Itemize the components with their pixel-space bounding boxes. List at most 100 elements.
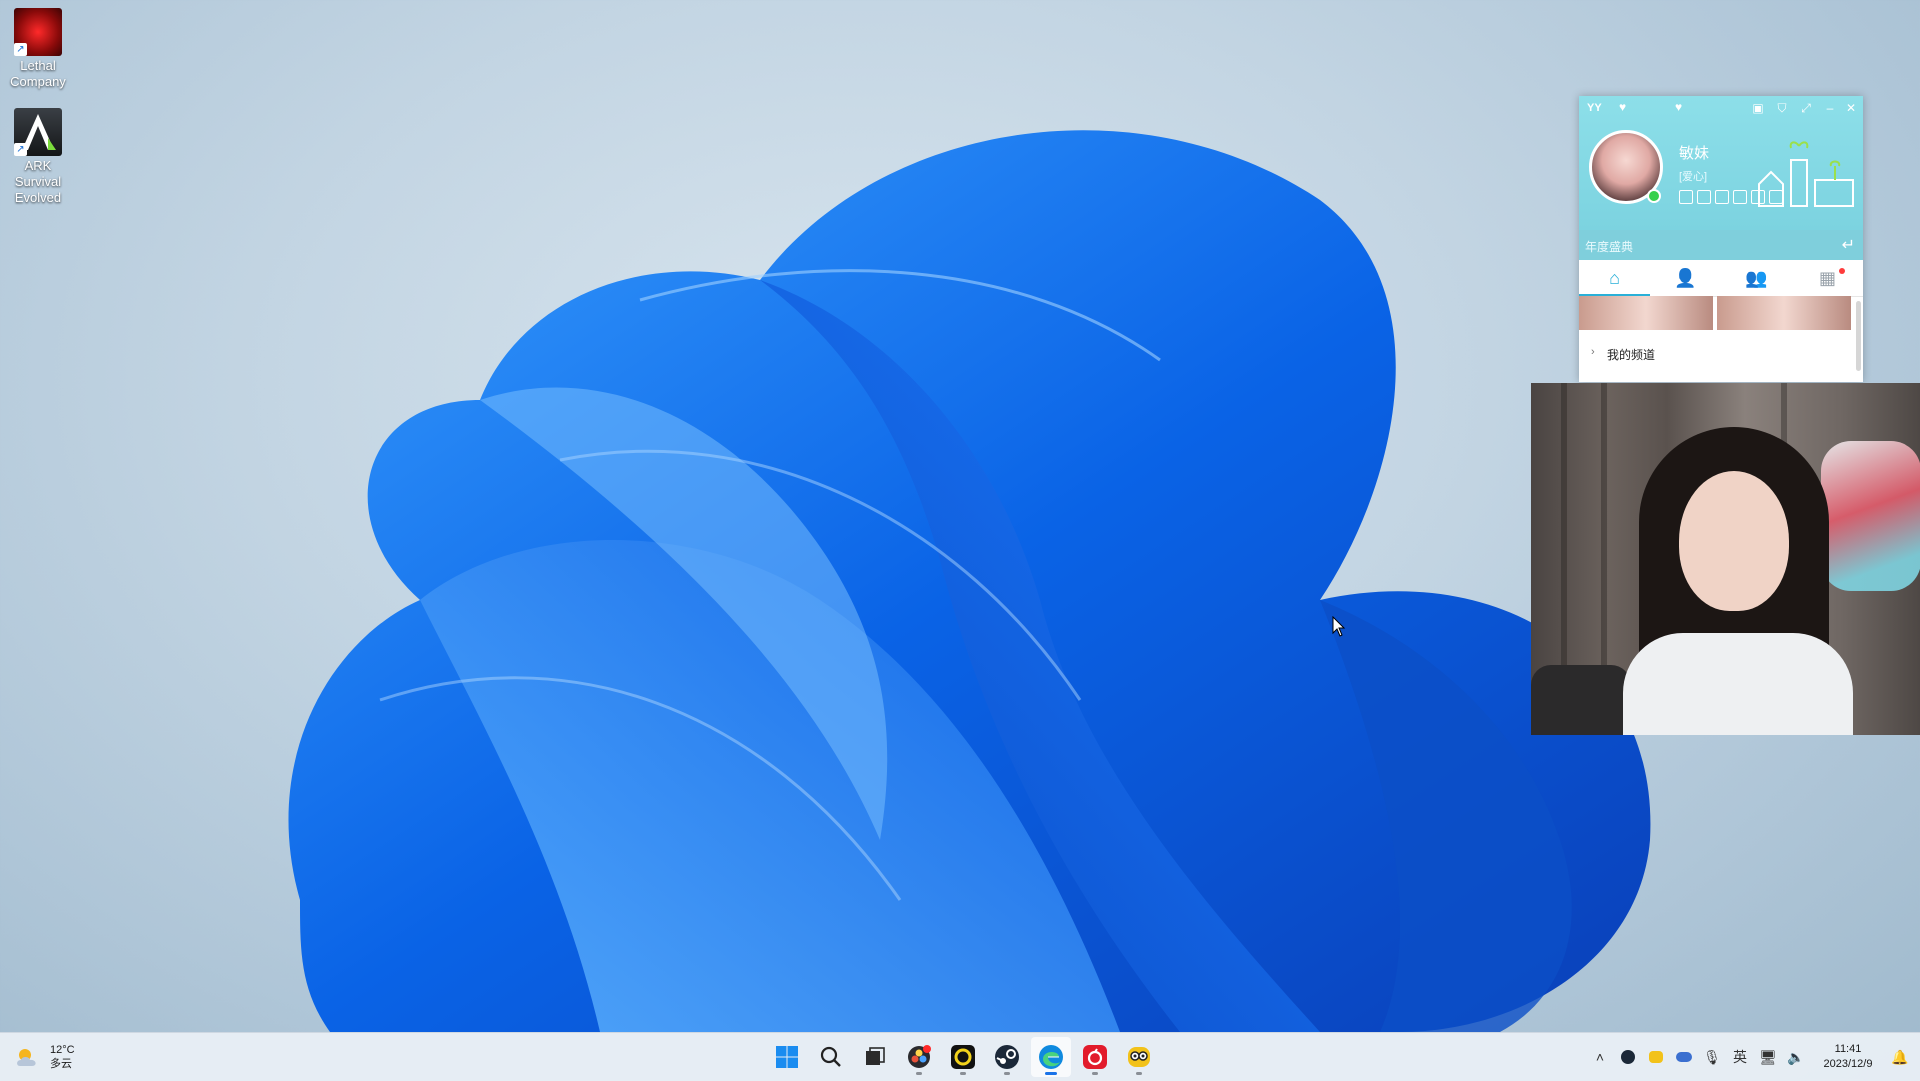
tray-network[interactable]: 🖥	[1754, 1041, 1782, 1073]
running-indicator	[960, 1072, 966, 1075]
tray-cloud[interactable]	[1670, 1041, 1698, 1073]
taskbar-app-davinci[interactable]	[899, 1037, 939, 1077]
owl-mascot-icon	[1128, 1047, 1150, 1067]
start-button[interactable]	[767, 1037, 807, 1077]
davinci-resolve-icon	[908, 1045, 931, 1068]
webcam-overlay	[1531, 383, 1920, 735]
volume-icon: 🔈	[1787, 1048, 1805, 1065]
edge-browser-icon	[1039, 1045, 1063, 1069]
microphone-icon: 🎙	[1703, 1048, 1721, 1065]
tray-volume[interactable]: 🔈	[1782, 1041, 1810, 1073]
running-indicator	[1092, 1072, 1098, 1075]
sofa	[1531, 665, 1631, 735]
taskbar-app-circle[interactable]	[943, 1037, 983, 1077]
running-indicator	[1004, 1072, 1010, 1075]
notification-dot	[1839, 268, 1845, 274]
network-icon: 🖥	[1759, 1048, 1777, 1065]
event-label: 年度盛典	[1585, 240, 1634, 254]
stream-thumbnail[interactable]	[1579, 296, 1713, 330]
yy-tab-bar: ⌂ 👤 👥 ▦	[1579, 260, 1863, 297]
stream-thumbnail[interactable]	[1717, 296, 1851, 330]
channel-label: 我的频道	[1607, 348, 1656, 362]
streamer-face	[1679, 471, 1789, 611]
close-button[interactable]: ✕	[1843, 100, 1859, 116]
town-illustration-icon	[1758, 141, 1854, 207]
task-view-button[interactable]	[855, 1037, 895, 1077]
netease-music-icon	[1083, 1045, 1107, 1069]
person-icon: 👤	[1674, 268, 1697, 288]
input-method-label: 英	[1733, 1049, 1747, 1065]
enter-icon[interactable]: ↵	[1842, 235, 1855, 255]
search-button[interactable]	[811, 1037, 851, 1077]
clock-date: 2023/12/9	[1823, 1058, 1873, 1070]
tray-steam[interactable]	[1614, 1041, 1642, 1073]
grid-badge-icon[interactable]	[1697, 190, 1711, 204]
gaming-chair	[1821, 441, 1920, 591]
tray-mic[interactable]: 🎙	[1698, 1041, 1726, 1073]
yy-titlebar: YY ♥ ♥ ▣ ⛉ ⤢ – ✕	[1579, 96, 1863, 120]
windows-logo-icon	[776, 1046, 798, 1068]
taskbar-apps	[767, 1037, 1159, 1077]
skin-icon[interactable]: ▣	[1750, 100, 1766, 116]
steam-icon	[995, 1045, 1019, 1069]
shortcut-arrow-icon: ↗	[14, 43, 27, 56]
yy-event-bar[interactable]: 年度盛典 ↵	[1579, 230, 1863, 260]
minimize-button[interactable]: –	[1822, 100, 1838, 116]
my-channel-item[interactable]: › 我的频道	[1579, 340, 1863, 366]
shortcut-arrow-icon: ↗	[14, 143, 27, 156]
expand-icon[interactable]: ⤢	[1798, 100, 1814, 116]
apps-grid-icon: ▦	[1818, 268, 1836, 288]
yellow-circle-app-icon	[951, 1045, 975, 1069]
doc-badge-icon[interactable]	[1733, 190, 1747, 204]
desktop-icon-label: ARK Survival Evolved	[14, 158, 62, 205]
taskbar-app-steam[interactable]	[987, 1037, 1027, 1077]
yy-window[interactable]: YY ♥ ♥ ▣ ⛉ ⤢ – ✕ 敏妹 [爱心] 年度盛典 ↵ ⌂ 👤 👥 ▦ …	[1579, 96, 1863, 382]
game-badge-icon[interactable]	[1679, 190, 1693, 204]
signature: [爱心]	[1679, 171, 1708, 183]
desktop-icon-lethal-company[interactable]: ↗ Lethal Company	[0, 4, 76, 90]
heart-icon: ♥	[1619, 100, 1627, 114]
notifications-button[interactable]: 🔔	[1886, 1041, 1914, 1073]
running-indicator	[1136, 1072, 1142, 1075]
cloud-sync-icon	[1676, 1052, 1692, 1062]
tab-apps[interactable]: ▦	[1792, 260, 1863, 296]
thumbnail-row	[1579, 296, 1863, 332]
steam-tray-icon	[1621, 1050, 1635, 1064]
tab-contacts[interactable]: 👤	[1650, 260, 1721, 296]
chevron-up-icon: ˄	[1595, 1049, 1605, 1065]
taskbar: 12°C 多云 ˄ 🎙 英 🖥 🔈 11:41 2023/12/9 🔔	[0, 1032, 1920, 1081]
mouse-cursor-icon	[1332, 616, 1346, 637]
tag-badge-icon[interactable]	[1715, 190, 1729, 204]
tray-owl[interactable]	[1642, 1041, 1670, 1073]
heart-icon: ♥	[1675, 100, 1683, 114]
input-method-button[interactable]: 英	[1726, 1041, 1754, 1073]
yy-logo: YY	[1587, 102, 1602, 114]
desktop-icon-ark[interactable]: ↗ ARK Survival Evolved	[0, 104, 76, 206]
tab-home[interactable]: ⌂	[1579, 260, 1650, 296]
running-indicator	[1045, 1072, 1057, 1075]
clock[interactable]: 11:41 2023/12/9	[1810, 1042, 1886, 1072]
streamer-shirt	[1623, 633, 1853, 735]
running-indicator	[916, 1072, 922, 1075]
partly-cloudy-icon	[14, 1046, 42, 1068]
weather-widget[interactable]: 12°C 多云	[14, 1041, 75, 1073]
scrollbar[interactable]	[1856, 301, 1861, 371]
search-icon	[820, 1046, 841, 1067]
online-status-icon	[1647, 189, 1661, 203]
bell-icon: 🔔	[1891, 1048, 1909, 1065]
taskbar-app-edge[interactable]	[1031, 1037, 1071, 1077]
ark-survival-icon: ↗	[14, 108, 62, 156]
task-view-icon	[866, 1047, 885, 1065]
tab-friends[interactable]: 👥	[1721, 260, 1792, 296]
shirt-icon[interactable]: ⛉	[1774, 100, 1790, 116]
show-hidden-icons-button[interactable]: ˄	[1586, 1041, 1614, 1073]
system-tray: ˄ 🎙 英 🖥 🔈 11:41 2023/12/9 🔔	[1586, 1033, 1920, 1081]
taskbar-app-netease-music[interactable]	[1075, 1037, 1115, 1077]
owl-tray-icon	[1649, 1051, 1663, 1063]
yy-profile-header: YY ♥ ♥ ▣ ⛉ ⤢ – ✕ 敏妹 [爱心]	[1579, 96, 1863, 230]
desktop-icon-label: Lethal Company	[10, 58, 66, 89]
taskbar-app-game-helper[interactable]	[1119, 1037, 1159, 1077]
weather-condition: 多云	[50, 1058, 72, 1070]
clock-time: 11:41	[1834, 1043, 1862, 1055]
lethal-company-icon: ↗	[14, 8, 62, 56]
